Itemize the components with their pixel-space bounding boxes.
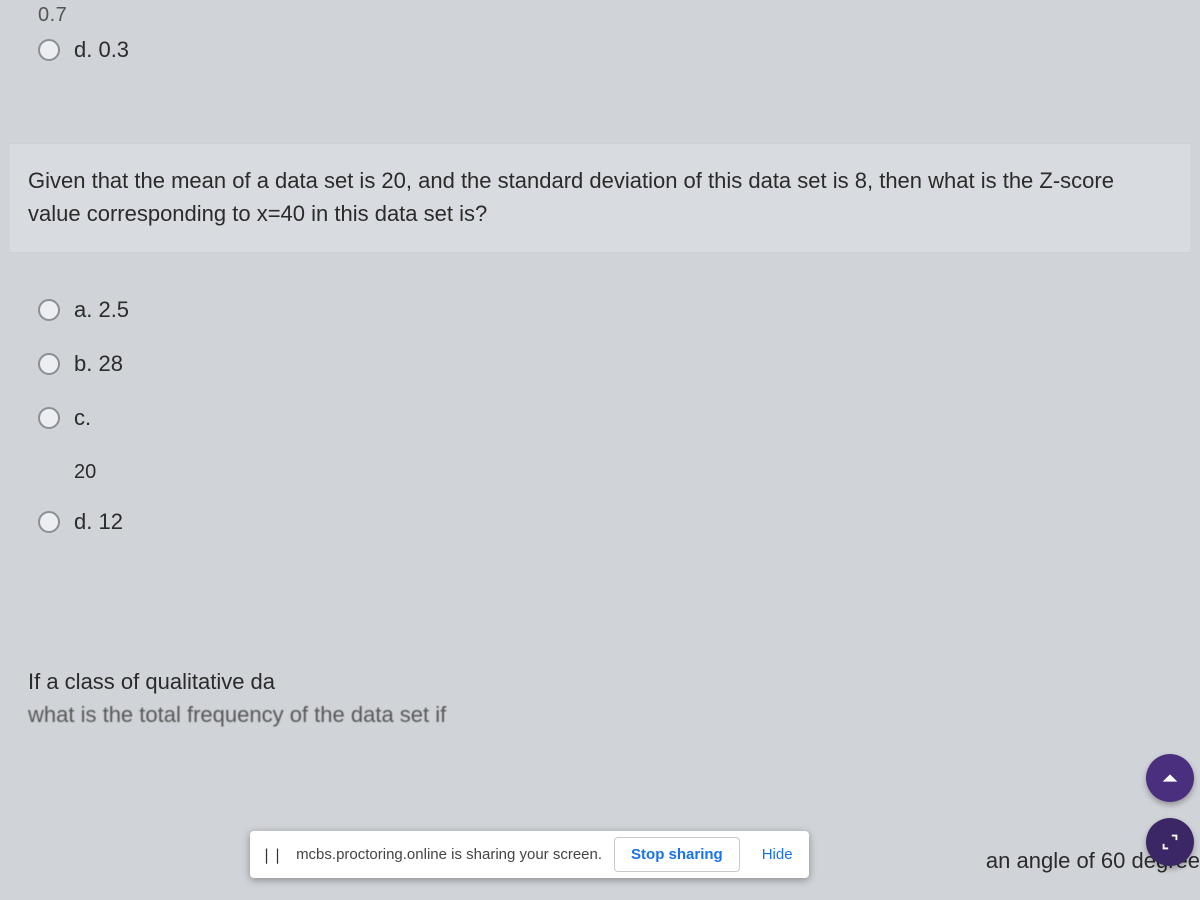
radio-icon[interactable]: [38, 511, 60, 533]
scroll-up-button[interactable]: [1146, 754, 1194, 802]
next-question-line1: If a class of qualitative da: [28, 669, 275, 694]
share-message: mcbs.proctoring.online is sharing your s…: [296, 846, 602, 863]
radio-icon[interactable]: [38, 407, 60, 429]
question-text-content: Given that the mean of a data set is 20,…: [28, 168, 1114, 226]
option-b[interactable]: b. 28: [10, 337, 1190, 391]
option-d[interactable]: d. 12: [10, 495, 1190, 549]
question-text: Given that the mean of a data set is 20,…: [10, 143, 1190, 253]
option-d-label: d. 12: [74, 509, 123, 535]
prev-option-d-label: d. 0.3: [74, 37, 129, 63]
prev-option-partial: 0.7: [10, 0, 1190, 27]
next-question-line2: what is the total frequency of the data …: [28, 702, 446, 727]
stop-sharing-button[interactable]: Stop sharing: [614, 837, 740, 872]
option-c[interactable]: c.: [10, 391, 1190, 445]
screen-share-bar: || mcbs.proctoring.online is sharing you…: [250, 831, 809, 878]
option-a[interactable]: a. 2.5: [10, 283, 1190, 337]
expand-icon: [1159, 831, 1181, 853]
radio-icon[interactable]: [38, 299, 60, 321]
pause-icon[interactable]: ||: [262, 846, 284, 864]
prev-option-d[interactable]: d. 0.3: [10, 27, 1190, 73]
option-c-label: c.: [74, 405, 91, 431]
option-a-label: a. 2.5: [74, 297, 129, 323]
option-c-fraction: 20: [10, 445, 102, 495]
radio-icon[interactable]: [38, 353, 60, 375]
options-list: a. 2.5 b. 28 c. 20 d. 12: [10, 283, 1190, 549]
expand-button[interactable]: [1146, 818, 1194, 866]
hide-link[interactable]: Hide: [752, 840, 803, 869]
option-b-label: b. 28: [74, 351, 123, 377]
chevron-up-icon: [1159, 767, 1181, 789]
fraction-denominator: 20: [68, 461, 102, 483]
next-question-partial: If a class of qualitative da what is the…: [10, 649, 1190, 735]
radio-icon[interactable]: [38, 39, 60, 61]
floating-actions: [1146, 754, 1194, 866]
